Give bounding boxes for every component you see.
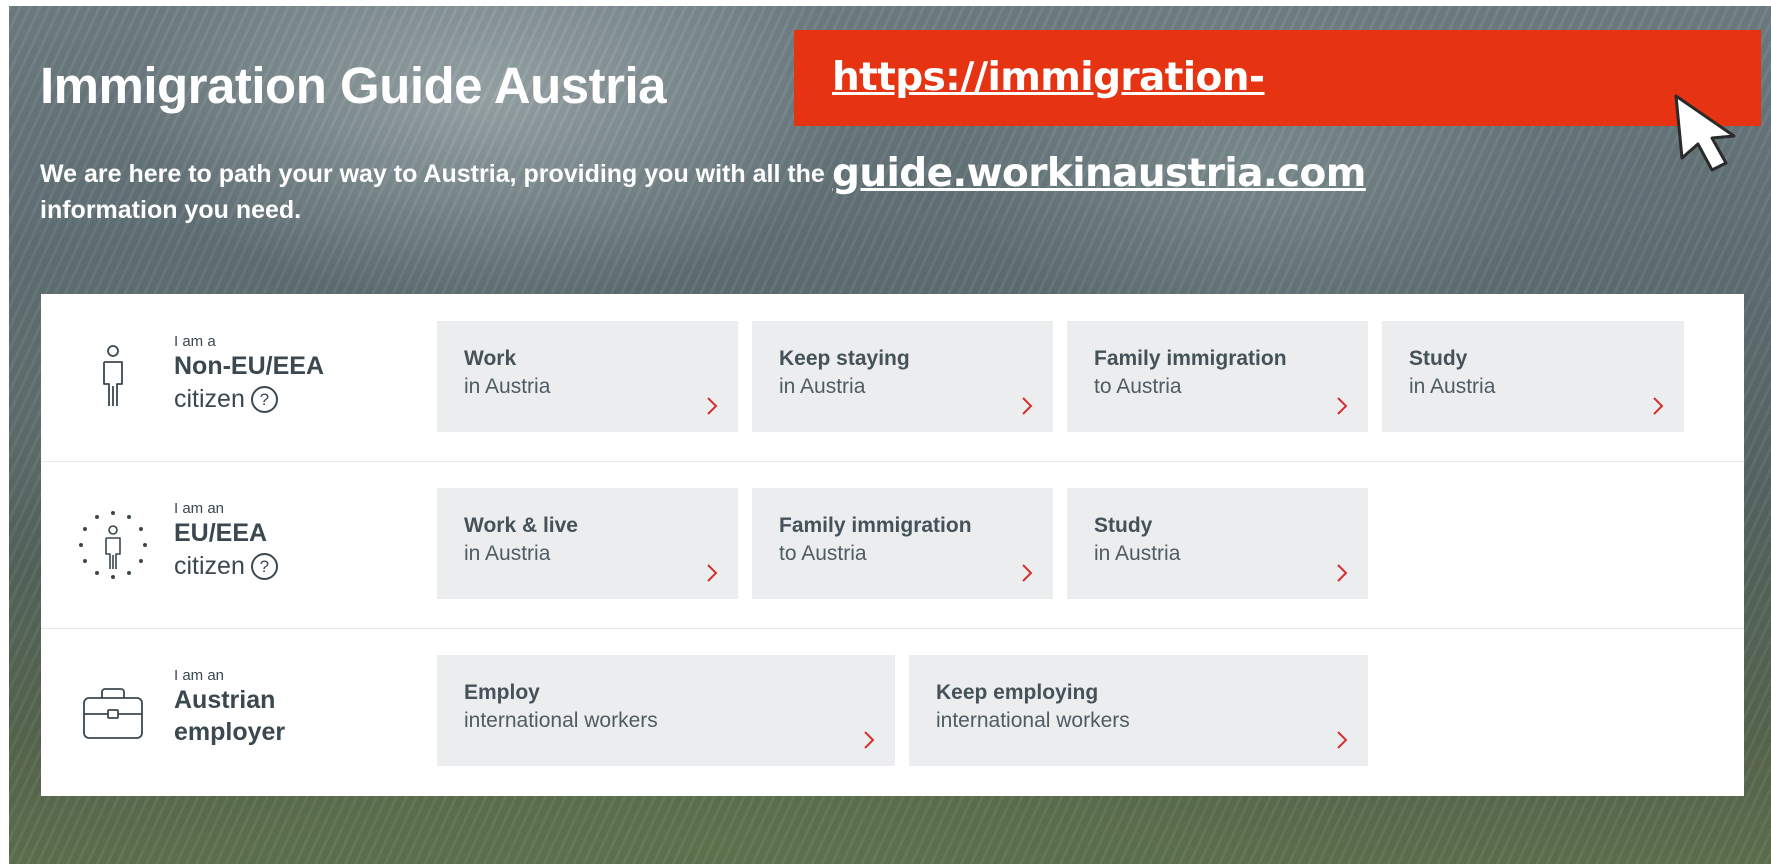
persona-panel: I am a Non-EU/EEA citizen? Work in Austr… [41,294,1744,796]
chevron-right-icon [707,564,718,582]
chevron-right-icon [1337,397,1348,415]
card-subtitle: to Austria [1094,375,1182,398]
card-employ[interactable]: Employ international workers [437,655,895,766]
persona-suffix: employer [174,718,286,746]
chevron-right-icon [1337,731,1348,749]
url-link[interactable]: https://immigration-guide.workinaustria.… [832,30,1761,222]
card-title: Keep staying [779,347,910,370]
persona-main: EU/EEA [174,519,268,547]
page-subtitle: We are here to path your way to Austria,… [40,160,825,224]
chevron-right-icon [707,397,718,415]
persona-label: I am an EU/EEA citizen? [174,501,278,583]
persona-suffix: citizen [174,552,245,580]
card-family-immigration[interactable]: Family immigration to Austria [752,488,1053,599]
card-title: Employ [464,681,540,704]
chevron-right-icon [864,731,875,749]
eu-person-icon [71,509,155,585]
card-subtitle: in Austria [464,542,551,565]
persona-prefix: I am an [174,500,225,517]
person-icon [71,342,155,418]
card-title: Family immigration [1094,347,1287,370]
persona-main: Non-EU/EEA [174,352,324,380]
card-subtitle: to Austria [779,542,867,565]
card-subtitle: international workers [936,709,1130,732]
card-title: Keep employing [936,681,1099,704]
chevron-right-icon [1022,397,1033,415]
chevron-right-icon [1022,564,1033,582]
card-subtitle: in Austria [1094,542,1181,565]
briefcase-icon [71,676,155,752]
persona-prefix: I am an [174,667,225,684]
card-title: Family immigration [779,514,972,537]
card-study[interactable]: Study in Austria [1382,321,1684,432]
card-title: Work & live [464,514,578,537]
chevron-right-icon [1337,564,1348,582]
card-subtitle: in Austria [1409,375,1496,398]
card-subtitle: in Austria [779,375,866,398]
card-subtitle: in Austria [464,375,551,398]
card-work-and-live[interactable]: Work & live in Austria [437,488,738,599]
card-family-immigration[interactable]: Family immigration to Austria [1067,321,1368,432]
persona-label: I am an Austrian employer [174,668,285,748]
row-employer: I am an Austrian employer Employ interna… [41,628,1744,795]
persona-suffix: citizen [174,385,245,413]
row-non-eu: I am a Non-EU/EEA citizen? Work in Austr… [41,294,1744,462]
card-work[interactable]: Work in Austria [437,321,738,432]
url-banner: https://immigration-guide.workinaustria.… [794,30,1761,196]
card-title: Work [464,347,517,370]
card-keep-employing[interactable]: Keep employing international workers [909,655,1368,766]
help-icon[interactable]: ? [250,553,278,580]
persona-label: I am a Non-EU/EEA citizen? [174,334,324,416]
row-eu: I am an EU/EEA citizen? Work & live in A… [41,461,1744,629]
card-keep-staying[interactable]: Keep staying in Austria [752,321,1053,432]
persona-main: Austrian [174,686,276,714]
card-study[interactable]: Study in Austria [1067,488,1368,599]
help-icon[interactable]: ? [250,386,278,413]
card-subtitle: international workers [464,709,658,732]
persona-prefix: I am a [174,333,216,350]
page-title: Immigration Guide Austria [40,57,667,114]
card-title: Study [1094,514,1153,537]
card-title: Study [1409,347,1468,370]
mouse-cursor-icon [1674,94,1736,172]
chevron-right-icon [1653,397,1664,415]
